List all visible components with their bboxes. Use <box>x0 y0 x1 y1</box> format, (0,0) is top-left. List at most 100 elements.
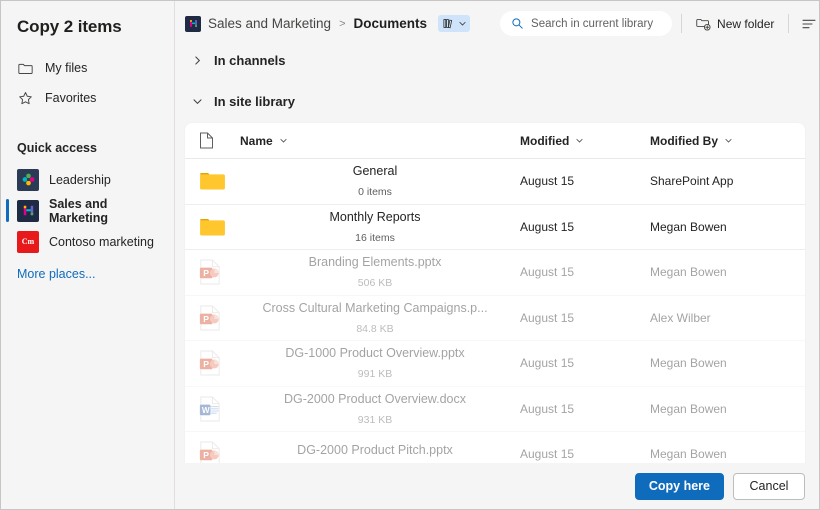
modified-value: August 15 <box>520 447 575 462</box>
column-header-modified[interactable]: Modified <box>520 134 650 148</box>
svg-text:W: W <box>202 406 210 415</box>
table-row: P DG-2000 Product Pitch.pptx August 15 M… <box>185 432 805 463</box>
file-name: General <box>352 164 398 179</box>
chevron-down-icon <box>279 136 288 145</box>
sidebar-item-label: Sales and Marketing <box>49 196 109 225</box>
file-name: Branding Elements.pptx <box>308 255 442 270</box>
copy-items-dialog: Copy 2 items My files Favorites Quick ac… <box>0 0 820 510</box>
table-row[interactable]: Monthly Reports 16 items August 15 Megan… <box>185 205 805 250</box>
row-modified-cell: August 15 <box>520 265 650 279</box>
column-header-label: Name <box>240 133 273 148</box>
quick-access-list: Leadership Sales and Marketing Cm Contos… <box>1 164 174 257</box>
modified-by-value: Megan Bowen <box>650 265 727 280</box>
section-in-site-library[interactable]: In site library <box>185 87 805 116</box>
svg-text:P: P <box>203 268 209 278</box>
dialog-title: Copy 2 items <box>17 17 122 36</box>
column-header-file-type[interactable] <box>195 132 240 149</box>
column-header-modified-by[interactable]: Modified By <box>650 134 805 148</box>
sidebar-item-sales-and-marketing[interactable]: Sales and Marketing <box>1 195 174 226</box>
row-icon <box>195 216 240 238</box>
modified-value: August 15 <box>520 265 575 280</box>
chevron-down-icon <box>458 19 467 28</box>
new-folder-label: New folder <box>717 16 775 31</box>
svg-text:P: P <box>203 450 209 460</box>
content-area: In channels In site library Name Modifie… <box>175 46 819 463</box>
toolbar-divider-2 <box>788 14 790 33</box>
row-modified-cell: August 15 <box>520 447 650 461</box>
sidebar-item-leadership[interactable]: Leadership <box>1 164 174 195</box>
file-subtitle: 16 items <box>355 231 395 244</box>
new-folder-icon <box>696 16 711 31</box>
modified-value: August 15 <box>520 356 575 371</box>
toolbar: Sales and Marketing > Documents Search i… <box>175 1 819 46</box>
row-icon <box>195 170 240 192</box>
modified-value: August 15 <box>520 174 575 189</box>
sales-marketing-site-icon <box>17 199 39 222</box>
view-options-icon <box>801 16 817 32</box>
row-icon: P <box>195 441 240 463</box>
new-folder-button[interactable]: New folder <box>691 12 779 35</box>
section-in-channels[interactable]: In channels <box>185 46 805 75</box>
column-header-name[interactable]: Name <box>240 134 520 148</box>
breadcrumb-site-label[interactable]: Sales and Marketing <box>208 16 331 31</box>
row-name-cell: Branding Elements.pptx 506 KB <box>240 255 520 289</box>
breadcrumb-current-label[interactable]: Documents <box>354 16 428 31</box>
row-modified-by-cell: Megan Bowen <box>650 402 805 416</box>
sidebar-item-my-files[interactable]: My files <box>1 53 174 83</box>
powerpoint-icon: P <box>199 259 220 285</box>
chevron-right-icon <box>192 55 203 66</box>
table-row[interactable]: General 0 items August 15 SharePoint App <box>185 159 805 205</box>
library-switcher-chip[interactable] <box>438 15 471 32</box>
search-input[interactable] <box>531 17 662 30</box>
row-name-cell: Monthly Reports 16 items <box>240 210 520 244</box>
row-name-cell: DG-2000 Product Overview.docx 931 KB <box>240 392 520 426</box>
contoso-marketing-site-icon: Cm <box>17 230 39 253</box>
modified-by-value: Alex Wilber <box>650 310 711 325</box>
column-header-label: Modified By <box>650 133 718 148</box>
word-icon: W <box>199 396 220 422</box>
row-modified-cell: August 15 <box>520 356 650 370</box>
row-icon: P <box>195 259 240 285</box>
file-subtitle: 0 items <box>358 186 392 199</box>
svg-text:P: P <box>203 314 209 324</box>
file-name: DG-1000 Product Overview.pptx <box>285 346 465 361</box>
file-list: Name Modified Modified By General 0 item… <box>185 123 805 463</box>
more-places-link[interactable]: More places... <box>1 257 174 281</box>
section-label: In site library <box>214 94 295 109</box>
file-name: Monthly Reports <box>329 209 421 224</box>
row-name-cell: Cross Cultural Marketing Campaigns.p... … <box>240 301 520 335</box>
folder-icon <box>200 218 225 236</box>
quick-access-heading: Quick access <box>17 141 97 155</box>
star-icon <box>17 90 34 107</box>
row-modified-by-cell: Megan Bowen <box>650 220 805 234</box>
file-subtitle: 506 KB <box>357 277 393 290</box>
row-modified-by-cell: Megan Bowen <box>650 265 805 279</box>
modified-by-value: Megan Bowen <box>650 219 727 234</box>
view-options-button[interactable] <box>798 12 820 36</box>
sidebar-item-favorites[interactable]: Favorites <box>1 83 174 113</box>
svg-text:P: P <box>203 359 209 369</box>
file-subtitle: 991 KB <box>357 368 393 381</box>
chevron-down-icon <box>724 136 733 145</box>
sidebar-item-contoso-marketing[interactable]: Cm Contoso marketing <box>1 226 174 257</box>
modified-value: August 15 <box>520 310 575 325</box>
row-name-cell: DG-1000 Product Overview.pptx 991 KB <box>240 346 520 380</box>
row-modified-cell: August 15 <box>520 174 650 188</box>
row-modified-by-cell: Megan Bowen <box>650 356 805 370</box>
row-icon: W <box>195 396 240 422</box>
table-row: P Branding Elements.pptx 506 KB August 1… <box>185 250 805 296</box>
file-name: DG-2000 Product Pitch.pptx <box>297 443 453 458</box>
search-box[interactable] <box>500 11 673 36</box>
dialog-footer: Copy here Cancel <box>175 463 819 509</box>
table-row: W DG-2000 Product Overview.docx 931 KB A… <box>185 387 805 432</box>
file-list-header: Name Modified Modified By <box>185 123 805 159</box>
copy-here-button[interactable]: Copy here <box>634 472 724 500</box>
site-initials: Cm <box>21 237 35 246</box>
powerpoint-icon: P <box>199 305 220 331</box>
modified-by-value: Megan Bowen <box>650 356 727 371</box>
column-header-label: Modified <box>520 133 570 148</box>
cancel-button[interactable]: Cancel <box>733 472 805 500</box>
powerpoint-icon: P <box>199 441 220 463</box>
folder-icon <box>17 60 34 77</box>
